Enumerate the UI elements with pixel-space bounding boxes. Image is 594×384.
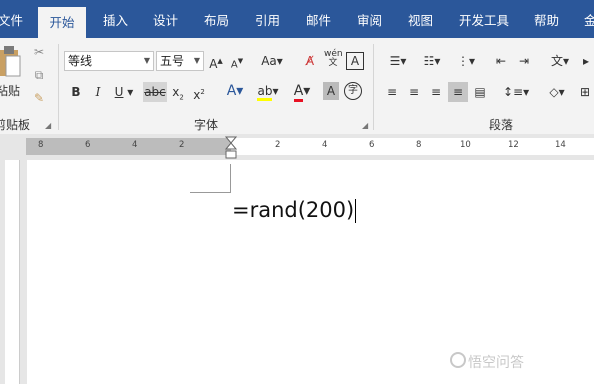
phonetic-guide-icon[interactable]: wén 文 <box>324 50 343 68</box>
line-spacing-icon[interactable]: ↕≡▾ <box>503 83 529 101</box>
chinese-layout-icon[interactable]: 文▾ <box>546 52 574 70</box>
ruler-tick-label: 12 <box>508 140 519 150</box>
grow-font-icon[interactable]: A▲ <box>208 52 224 71</box>
superscript-icon[interactable]: x2 <box>191 83 207 102</box>
tab-developer[interactable]: 开发工具 <box>459 0 509 38</box>
ruler-tick-label: 6 <box>369 140 375 150</box>
justify-icon[interactable]: ≡ <box>448 82 468 102</box>
highlight-icon[interactable]: ab▾ <box>254 82 282 101</box>
font-color-icon[interactable]: A▾ <box>289 82 315 102</box>
tab-design[interactable]: 设计 <box>153 0 178 38</box>
ruler-tick-label: 6 <box>85 140 91 150</box>
copy-icon[interactable]: ⧉ <box>31 66 47 84</box>
character-shading-icon[interactable]: A <box>323 82 339 100</box>
paste-button[interactable]: 粘贴 <box>0 42 24 106</box>
text-cursor <box>355 199 357 223</box>
ruler-tick-label: 4 <box>322 140 328 150</box>
borders-icon[interactable]: ⊞ <box>576 83 594 101</box>
font-name-value: 等线 <box>68 54 93 68</box>
watermark-text: 悟空问答 <box>468 355 524 371</box>
increase-indent-icon[interactable]: ⇥ <box>515 52 533 70</box>
font-name-combobox[interactable]: 等线 ▼ <box>64 51 154 71</box>
chevron-down-icon: ▼ <box>143 56 150 65</box>
ruler-tick-label: 14 <box>555 140 566 150</box>
margin-corner-mark <box>230 164 231 193</box>
distributed-icon[interactable]: ▤ <box>472 83 488 101</box>
font-size-value: 五号 <box>160 54 185 68</box>
group-divider <box>58 44 59 130</box>
tab-home[interactable]: 开始 <box>38 7 86 38</box>
bullets-icon[interactable]: ☰▾ <box>384 52 412 70</box>
ruler-tick-label: 2 <box>179 140 185 150</box>
tab-insert[interactable]: 插入 <box>103 0 128 38</box>
more-icon[interactable]: ▸ <box>578 52 594 70</box>
document-text-value: =rand(200) <box>232 198 355 222</box>
underline-icon[interactable]: U ▾ <box>112 83 136 101</box>
clipboard-group-label: 剪贴板 <box>0 118 31 132</box>
ribbon-home: 粘贴 ✂ ⧉ ✎ 剪贴板 ◢ 等线 ▼ 五号 ▼ A▲ A▼ Aa▾ A̸ wé… <box>0 38 594 135</box>
cut-icon[interactable]: ✂ <box>31 43 47 61</box>
subscript-icon[interactable]: x2 <box>170 83 186 101</box>
paste-label: 粘贴 <box>0 84 21 98</box>
ruler-tick-label: 4 <box>132 140 138 150</box>
document-page[interactable] <box>27 160 594 384</box>
format-painter-icon[interactable]: ✎ <box>31 89 47 107</box>
tab-view[interactable]: 视图 <box>408 0 433 38</box>
align-right-icon[interactable]: ≡ <box>428 83 444 101</box>
clipboard-launcher-icon[interactable]: ◢ <box>45 121 51 130</box>
decrease-indent-icon[interactable]: ⇤ <box>492 52 510 70</box>
enclose-characters-icon[interactable]: 字 <box>344 82 362 100</box>
tab-layout[interactable]: 布局 <box>204 0 229 38</box>
numbering-icon[interactable]: ☷▾ <box>418 52 446 70</box>
ruler-tick-label: 8 <box>38 140 44 150</box>
paste-icon <box>0 46 21 77</box>
tab-file[interactable]: 文件 <box>0 0 23 38</box>
clear-formatting-icon[interactable]: A̸ <box>302 52 318 70</box>
tab-more[interactable]: 金 <box>584 0 594 38</box>
ruler-tick-label: 2 <box>275 140 281 150</box>
font-launcher-icon[interactable]: ◢ <box>362 121 368 130</box>
tab-help[interactable]: 帮助 <box>534 0 559 38</box>
group-divider <box>373 44 374 130</box>
bold-icon[interactable]: B <box>68 83 84 101</box>
ruler-tick-label: 8 <box>416 140 422 150</box>
tab-references[interactable]: 引用 <box>255 0 280 38</box>
multilevel-list-icon[interactable]: ⋮▾ <box>452 52 480 70</box>
change-case-icon[interactable]: Aa▾ <box>258 52 286 70</box>
margin-corner-mark <box>190 192 231 193</box>
indent-marker-icon[interactable] <box>225 136 237 160</box>
vertical-ruler-strip <box>5 160 20 384</box>
document-text[interactable]: =rand(200) <box>232 198 357 223</box>
chevron-down-icon: ▼ <box>193 56 200 65</box>
text-effects-icon[interactable]: A▾ <box>222 82 248 100</box>
ribbon-tab-bar: 文件 开始 插入 设计 布局 引用 邮件 审阅 视图 开发工具 帮助 金 <box>0 0 594 38</box>
ruler-tick-label: 10 <box>460 140 471 150</box>
font-group-label: 字体 <box>194 118 219 132</box>
tab-review[interactable]: 审阅 <box>357 0 382 38</box>
italic-icon[interactable]: I <box>90 83 106 101</box>
shading-icon[interactable]: ◇▾ <box>544 83 570 101</box>
center-icon[interactable]: ≡ <box>406 83 422 101</box>
strikethrough-icon[interactable]: abc <box>143 82 167 102</box>
paragraph-group-label: 段落 <box>489 118 514 132</box>
font-size-combobox[interactable]: 五号 ▼ <box>156 51 204 71</box>
shrink-font-icon[interactable]: A▼ <box>229 52 245 70</box>
ruler-margin <box>26 138 231 155</box>
tab-mailings[interactable]: 邮件 <box>306 0 331 38</box>
character-border-icon[interactable]: A <box>346 52 364 70</box>
align-left-icon[interactable]: ≡ <box>384 83 400 101</box>
watermark-logo-icon <box>450 352 466 368</box>
